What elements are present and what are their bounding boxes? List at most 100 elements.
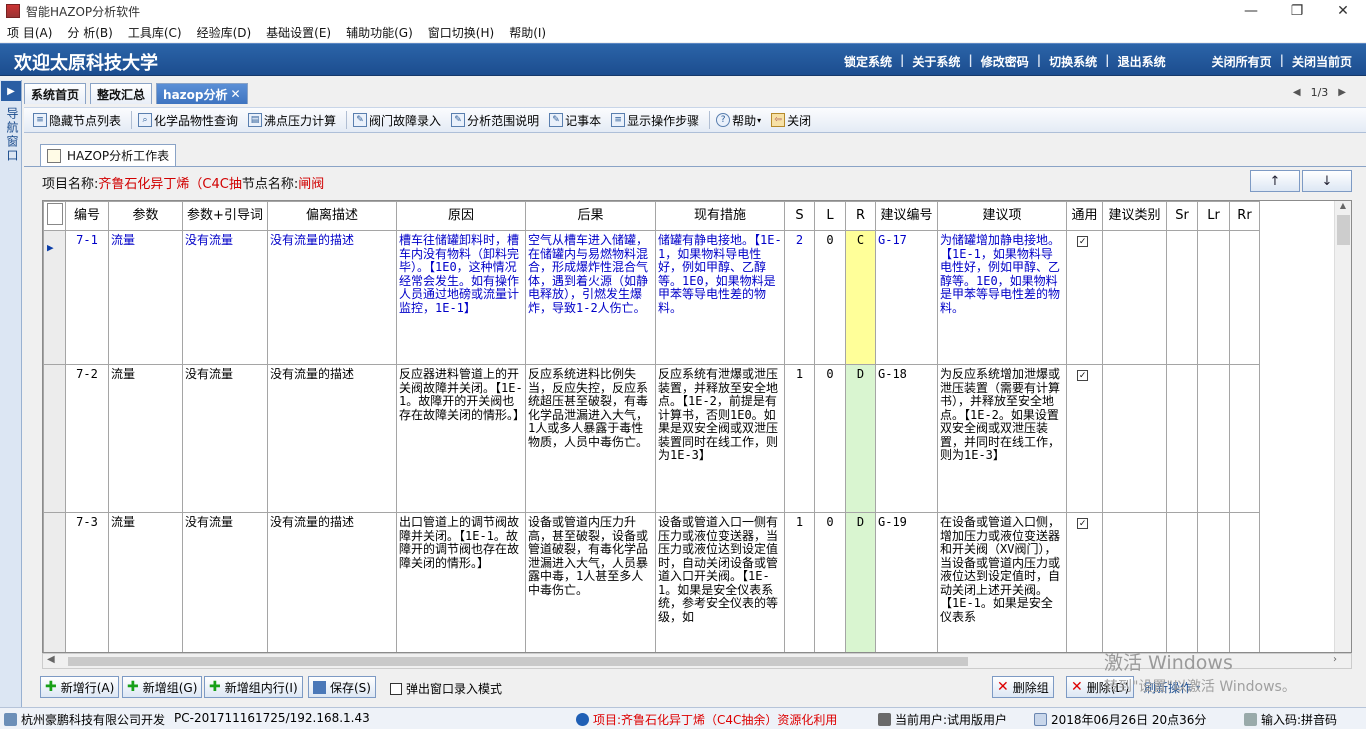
cell-suggestion[interactable]: 在设备或管道入口侧，增加压力或液位变送器和开关阀（XV阀门），当设备或管道内压力… xyxy=(937,512,1067,652)
minimize-button[interactable]: — xyxy=(1228,0,1274,22)
cell-general[interactable]: ✓ xyxy=(1066,364,1103,513)
cell-l[interactable]: 0 xyxy=(814,230,846,365)
menu-window-switch[interactable]: 窗口切换(H) xyxy=(421,24,502,41)
sidebar-label[interactable]: 导航窗口 xyxy=(4,107,21,163)
cell-sr[interactable] xyxy=(1166,512,1198,652)
close-all-pages-link[interactable]: 关闭所有页 xyxy=(1204,53,1280,70)
cell-l[interactable]: 0 xyxy=(814,364,846,513)
column-header[interactable]: 编号 xyxy=(65,201,109,231)
add-group-row-button[interactable]: ✚ 新增组内行(I) xyxy=(204,676,303,698)
close-tab-icon[interactable]: ✕ xyxy=(231,87,241,101)
cell-r[interactable]: D xyxy=(845,364,876,513)
cell-suggestion-id[interactable]: G-17 xyxy=(875,230,938,365)
cell-l[interactable]: 0 xyxy=(814,512,846,652)
checkbox-box[interactable] xyxy=(390,682,402,695)
cell-suggestion[interactable]: 为反应系统增加泄爆或泄压装置（需要有计算书），并释放至安全地点。【1E-2。如果… xyxy=(937,364,1067,513)
prev-page-button[interactable]: ◀ xyxy=(1293,87,1301,98)
worksheet-tab[interactable]: HAZOP分析工作表 xyxy=(40,144,177,166)
cell-param[interactable]: 流量 xyxy=(108,230,183,365)
menu-tool-library[interactable]: 工具库(C) xyxy=(121,24,190,41)
tab-system-home[interactable]: 系统首页 xyxy=(24,83,87,104)
column-header[interactable]: Lr xyxy=(1197,201,1230,231)
cell-cause[interactable]: 槽车往储罐卸料时，槽车内没有物料（卸料完毕）。【1E0，这种情况经常会发生。如有… xyxy=(396,230,526,365)
cell-suggestion-category[interactable] xyxy=(1102,230,1167,365)
cell-suggestion-id[interactable]: G-18 xyxy=(875,364,938,513)
cell-deviation[interactable]: 没有流量的描述 xyxy=(267,230,397,365)
switch-system-link[interactable]: 切换系统 xyxy=(1041,53,1105,70)
cell-guide[interactable]: 没有流量 xyxy=(182,512,268,652)
maximize-button[interactable]: ❐ xyxy=(1274,0,1320,22)
hide-node-list-button[interactable]: ≡ 隐藏节点列表 xyxy=(30,109,124,131)
scroll-left-icon[interactable]: ◀ xyxy=(47,654,55,665)
column-header[interactable]: 参数 xyxy=(108,201,183,231)
cell-suggestion-id[interactable]: G-19 xyxy=(875,512,938,652)
cell-s[interactable]: 1 xyxy=(784,512,815,652)
help-dropdown-button[interactable]: ? 帮助 ▾ xyxy=(713,109,764,131)
column-header[interactable]: 参数+引导词 xyxy=(182,201,268,231)
cell-measures[interactable]: 设备或管道入口一侧有压力或液位变送器，当压力或液位达到设定值时，自动关闭设备或管… xyxy=(655,512,785,652)
column-header[interactable]: 通用 xyxy=(1066,201,1103,231)
menu-analysis[interactable]: 分 析(B) xyxy=(60,24,120,41)
cell-id[interactable]: 7-2 xyxy=(65,364,109,513)
cell-param[interactable]: 流量 xyxy=(108,364,183,513)
column-header[interactable]: L xyxy=(814,201,846,231)
move-up-button[interactable]: ↑ xyxy=(1250,170,1300,192)
cell-consequence[interactable]: 反应系统进料比例失当，反应失控，反应系统超压甚至破裂，有毒化学品泄漏进入大气，1… xyxy=(525,364,656,513)
vertical-scroll-thumb[interactable] xyxy=(1337,215,1350,245)
general-checkbox[interactable]: ✓ xyxy=(1077,236,1088,247)
vertical-scrollbar[interactable]: ▲ xyxy=(1334,201,1351,652)
cell-r[interactable]: C xyxy=(845,230,876,365)
column-header[interactable]: R xyxy=(845,201,876,231)
cell-suggestion[interactable]: 为储罐增加静电接地。【1E-1，如果物料导电性好，例如甲醇、乙醇等。1E0，如果… xyxy=(937,230,1067,365)
menu-help[interactable]: 帮助(I) xyxy=(502,24,554,41)
exit-system-link[interactable]: 退出系统 xyxy=(1110,53,1174,70)
column-header[interactable]: 现有措施 xyxy=(655,201,785,231)
about-system-link[interactable]: 关于系统 xyxy=(904,53,968,70)
menu-project[interactable]: 项 目(A) xyxy=(0,24,60,41)
valve-fault-entry-button[interactable]: ✎ 阀门故障录入 xyxy=(350,109,444,131)
sidebar-toggle-button[interactable]: ▶ xyxy=(1,81,21,101)
cell-r[interactable]: D xyxy=(845,512,876,652)
close-page-button[interactable]: ⇦ 关闭 xyxy=(768,109,814,131)
row-selector[interactable] xyxy=(43,364,66,513)
general-checkbox[interactable]: ✓ xyxy=(1077,370,1088,381)
close-current-page-link[interactable]: 关闭当前页 xyxy=(1284,53,1360,70)
delete-group-button[interactable]: ✕ 删除组 xyxy=(992,676,1054,698)
cell-s[interactable]: 1 xyxy=(784,364,815,513)
general-checkbox[interactable]: ✓ xyxy=(1077,518,1088,529)
column-header[interactable]: 建议编号 xyxy=(875,201,938,231)
scroll-right-icon[interactable]: › xyxy=(1333,654,1337,665)
cell-measures[interactable]: 反应系统有泄爆或泄压装置，并释放至安全地点。【1E-2，前提是有计算书，否则1E… xyxy=(655,364,785,513)
cell-id[interactable]: 7-1 xyxy=(65,230,109,365)
next-page-button[interactable]: ▶ xyxy=(1338,87,1346,98)
cell-cause[interactable]: 出口管道上的调节阀故障并关闭。【1E-1。故障开的调节阀也存在故障关闭的情形。】 xyxy=(396,512,526,652)
close-button[interactable]: ✕ xyxy=(1320,0,1366,22)
notepad-button[interactable]: ✎ 记事本 xyxy=(546,109,604,131)
column-header[interactable]: 原因 xyxy=(396,201,526,231)
tab-rectification-summary[interactable]: 整改汇总 xyxy=(90,83,153,104)
add-row-button[interactable]: ✚ 新增行(A) xyxy=(40,676,120,698)
menu-experience-library[interactable]: 经验库(D) xyxy=(190,24,260,41)
cell-consequence[interactable]: 设备或管道内压力升高，甚至破裂，设备或管道破裂，有毒化学品泄漏进入大气，人员暴露… xyxy=(525,512,656,652)
save-button[interactable]: 保存(S) xyxy=(308,676,376,698)
cell-id[interactable]: 7-3 xyxy=(65,512,109,652)
cell-guide[interactable]: 没有流量 xyxy=(182,230,268,365)
cell-s[interactable]: 2 xyxy=(784,230,815,365)
cell-lr[interactable] xyxy=(1197,512,1230,652)
cell-lr[interactable] xyxy=(1197,364,1230,513)
column-header[interactable]: 建议类别 xyxy=(1102,201,1167,231)
cell-sr[interactable] xyxy=(1166,230,1198,365)
table-row[interactable]: 7-2 流量 没有流量 没有流量的描述 反应器进料管道上的开关阀故障并关闭。【1… xyxy=(43,364,1260,513)
cell-general[interactable]: ✓ xyxy=(1066,512,1103,652)
boiling-pressure-calc-button[interactable]: ▤ 沸点压力计算 xyxy=(245,109,339,131)
show-steps-button[interactable]: ≡ 显示操作步骤 xyxy=(608,109,702,131)
column-header[interactable]: Sr xyxy=(1166,201,1198,231)
table-row[interactable]: ▶ 7-1 流量 没有流量 没有流量的描述 槽车往储罐卸料时，槽车内没有物料（卸… xyxy=(43,230,1260,365)
cell-suggestion-category[interactable] xyxy=(1102,512,1167,652)
column-header[interactable]: Rr xyxy=(1229,201,1260,231)
move-down-button[interactable]: ↓ xyxy=(1302,170,1352,192)
cell-suggestion-category[interactable] xyxy=(1102,364,1167,513)
menu-basic-settings[interactable]: 基础设置(E) xyxy=(259,24,339,41)
cell-deviation[interactable]: 没有流量的描述 xyxy=(267,364,397,513)
cell-consequence[interactable]: 空气从槽车进入储罐，在储罐内与易燃物料混合，形成爆炸性混合气体，遇到着火源（如静… xyxy=(525,230,656,365)
